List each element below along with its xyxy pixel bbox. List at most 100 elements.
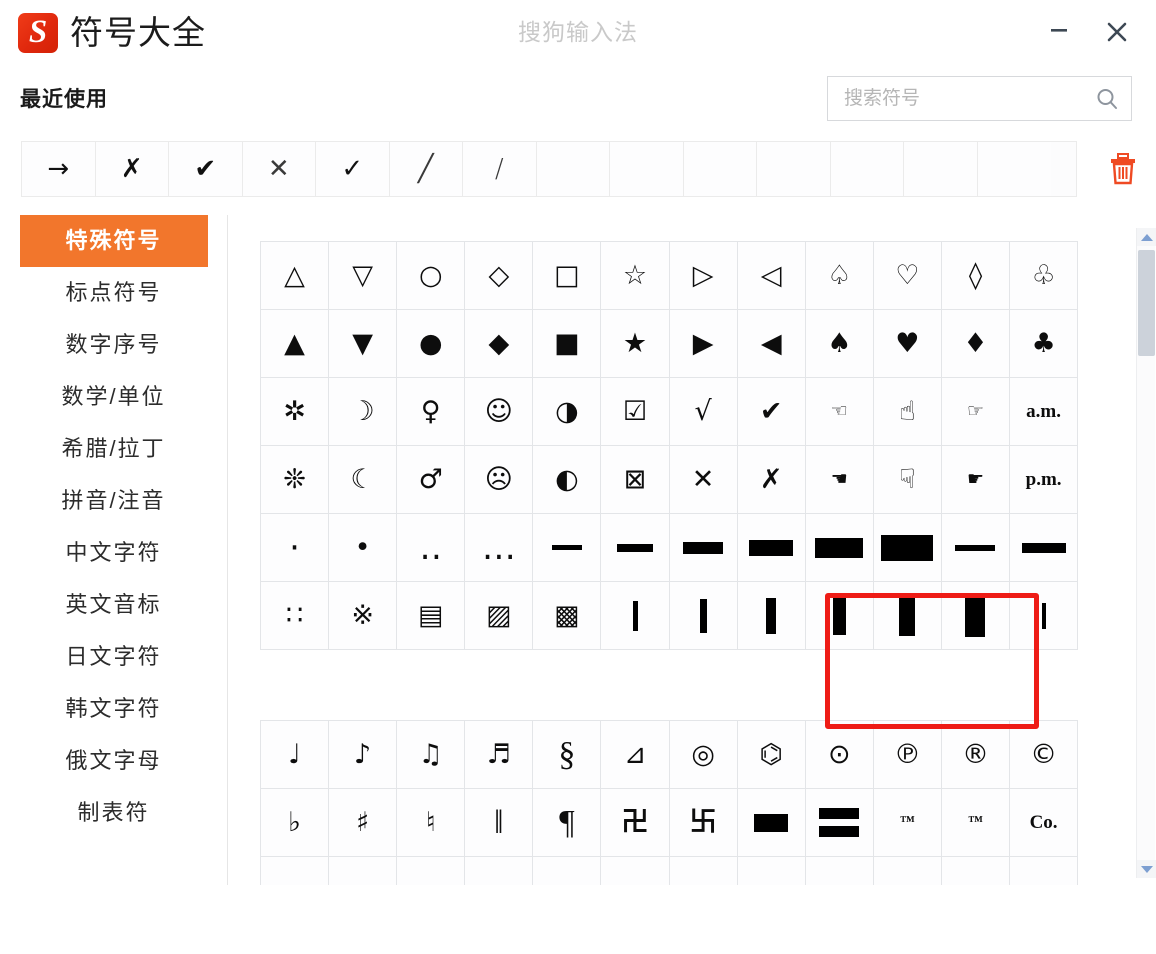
- symbol-cell[interactable]: ☝: [873, 378, 942, 446]
- symbol-cell[interactable]: ♂: [397, 446, 466, 514]
- symbol-cell[interactable]: ∷: [261, 582, 330, 650]
- symbol-cell[interactable]: ◎: [669, 721, 738, 789]
- symbol-cell[interactable]: [533, 514, 602, 582]
- symbol-cell[interactable]: 卍: [601, 789, 670, 857]
- symbol-cell[interactable]: ♠: [805, 310, 874, 378]
- recent-symbol-cell-empty[interactable]: [757, 142, 831, 196]
- symbol-cell[interactable]: △: [261, 242, 330, 310]
- symbol-cell[interactable]: p.m.: [1010, 446, 1079, 514]
- symbol-cell[interactable]: ·: [261, 514, 330, 582]
- symbol-cell[interactable]: [805, 514, 874, 582]
- symbol-cell[interactable]: ☜: [805, 378, 874, 446]
- symbol-cell[interactable]: ◊: [941, 242, 1011, 310]
- symbol-cell[interactable]: ♯: [329, 789, 398, 857]
- symbol-cell[interactable]: ◀: [737, 310, 806, 378]
- symbol-cell[interactable]: a.m.: [1010, 378, 1079, 446]
- trash-icon[interactable]: [1108, 152, 1138, 186]
- recent-symbol-cell-empty[interactable]: [683, 142, 757, 196]
- symbol-cell[interactable]: ©: [1010, 721, 1079, 789]
- symbol-cell[interactable]: ☽: [329, 378, 398, 446]
- symbol-cell[interactable]: ☆: [601, 242, 670, 310]
- sidebar-item-1[interactable]: 标点符号: [20, 267, 208, 319]
- symbol-cell[interactable]: ⊿: [601, 721, 670, 789]
- symbol-cell[interactable]: ◆: [465, 310, 534, 378]
- symbol-cell[interactable]: ♩: [261, 721, 330, 789]
- symbol-cell[interactable]: [941, 514, 1011, 582]
- symbol-cell[interactable]: [601, 857, 670, 885]
- symbol-cell[interactable]: ☟: [873, 446, 942, 514]
- symbol-cell[interactable]: ®: [941, 721, 1011, 789]
- symbol-cell[interactable]: [873, 582, 942, 650]
- symbol-cell[interactable]: [873, 514, 942, 582]
- symbol-cell[interactable]: ▷: [669, 242, 738, 310]
- recent-symbol-cell[interactable]: →: [22, 142, 96, 196]
- symbol-cell[interactable]: ™: [941, 789, 1011, 857]
- symbol-cell[interactable]: [1010, 582, 1079, 650]
- search-box[interactable]: [827, 76, 1132, 121]
- symbol-cell[interactable]: ♥: [873, 310, 942, 378]
- close-button[interactable]: [1098, 12, 1136, 48]
- symbol-cell[interactable]: [873, 857, 942, 885]
- scroll-down-arrow-icon[interactable]: [1137, 860, 1156, 878]
- symbol-cell[interactable]: ▲: [261, 310, 330, 378]
- symbol-cell[interactable]: [737, 582, 806, 650]
- symbol-cell[interactable]: •: [329, 514, 398, 582]
- sidebar-item-11[interactable]: 制表符: [20, 787, 208, 839]
- sidebar-item-2[interactable]: 数字序号: [20, 319, 208, 371]
- search-icon[interactable]: [1095, 87, 1119, 111]
- symbol-cell[interactable]: ☺: [465, 378, 534, 446]
- symbol-cell[interactable]: ♬: [465, 721, 534, 789]
- symbol-cell[interactable]: ℗: [873, 721, 942, 789]
- symbol-cell[interactable]: [601, 582, 670, 650]
- symbol-cell[interactable]: ▨: [465, 582, 534, 650]
- symbol-cell[interactable]: §: [533, 721, 602, 789]
- symbol-cell[interactable]: ★: [601, 310, 670, 378]
- symbol-cell[interactable]: ‥: [397, 514, 466, 582]
- symbol-cell[interactable]: 卐: [669, 789, 738, 857]
- symbol-cell[interactable]: ☞: [941, 378, 1011, 446]
- symbol-cell[interactable]: ☚: [805, 446, 874, 514]
- symbol-cell[interactable]: [805, 857, 874, 885]
- search-input[interactable]: [844, 77, 1084, 120]
- symbol-cell[interactable]: [329, 857, 398, 885]
- symbol-cell[interactable]: [1010, 514, 1079, 582]
- symbol-cell[interactable]: Co.: [1010, 789, 1079, 857]
- symbol-cell[interactable]: [941, 582, 1011, 650]
- symbol-cell[interactable]: ♤: [805, 242, 874, 310]
- recent-symbol-cell[interactable]: ✗: [95, 142, 169, 196]
- symbol-cell[interactable]: [397, 857, 466, 885]
- symbol-cell[interactable]: ✔: [737, 378, 806, 446]
- symbol-cell[interactable]: [465, 857, 534, 885]
- recent-symbol-cell[interactable]: ✓: [316, 142, 390, 196]
- symbol-cell[interactable]: [601, 514, 670, 582]
- symbol-cell[interactable]: ■: [533, 310, 602, 378]
- symbol-cell[interactable]: [669, 514, 738, 582]
- symbol-cell[interactable]: ◐: [533, 446, 602, 514]
- symbol-cell[interactable]: ♪: [329, 721, 398, 789]
- symbol-cell[interactable]: ◁: [737, 242, 806, 310]
- symbol-cell[interactable]: [805, 789, 874, 857]
- scroll-thumb[interactable]: [1138, 250, 1155, 356]
- symbol-cell[interactable]: …: [465, 514, 534, 582]
- symbol-cell[interactable]: [261, 857, 330, 885]
- symbol-cell[interactable]: [805, 582, 874, 650]
- recent-symbol-cell-empty[interactable]: [977, 142, 1051, 196]
- sidebar-item-3[interactable]: 数学/单位: [20, 371, 208, 423]
- symbol-cell[interactable]: ♡: [873, 242, 942, 310]
- sidebar-item-10[interactable]: 俄文字母: [20, 735, 208, 787]
- symbol-cell[interactable]: ♣: [1010, 310, 1079, 378]
- sidebar-item-4[interactable]: 希腊/拉丁: [20, 423, 208, 475]
- symbol-cell[interactable]: ◑: [533, 378, 602, 446]
- symbol-cell[interactable]: [533, 857, 602, 885]
- symbol-cell[interactable]: ¶: [533, 789, 602, 857]
- sidebar-item-9[interactable]: 韩文字符: [20, 683, 208, 735]
- symbol-cell[interactable]: ◇: [465, 242, 534, 310]
- symbol-cell[interactable]: [941, 857, 1011, 885]
- symbol-cell[interactable]: [737, 514, 806, 582]
- symbol-cell[interactable]: ⌬: [737, 721, 806, 789]
- symbol-cell[interactable]: ※: [329, 582, 398, 650]
- sidebar-item-0[interactable]: 特殊符号: [19, 215, 208, 267]
- symbol-cell[interactable]: ™: [873, 789, 942, 857]
- sidebar-item-5[interactable]: 拼音/注音: [20, 475, 208, 527]
- symbol-cell[interactable]: ♮: [397, 789, 466, 857]
